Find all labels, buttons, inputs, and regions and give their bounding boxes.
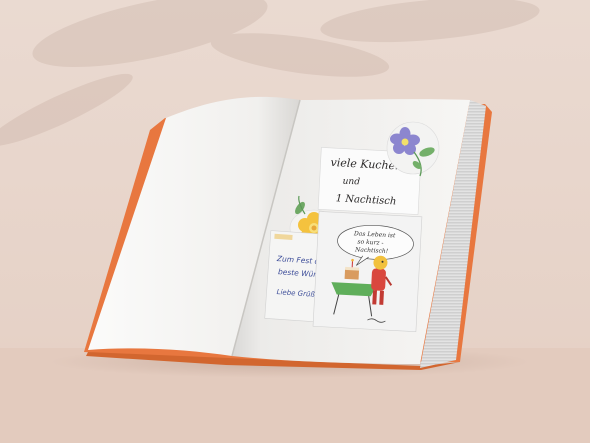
photo-scene: viele Kuchen und 1 Nachtisch Zum Fest di…: [0, 0, 590, 443]
note-card-line2: und: [342, 177, 360, 188]
bubble-line2: so kurz -: [357, 238, 383, 246]
scene-svg: viele Kuchen und 1 Nachtisch Zum Fest di…: [0, 0, 590, 443]
cartoon-card: Das Leben ist so kurz - Nachtisch!: [312, 211, 423, 332]
table-drawing: [331, 282, 378, 297]
